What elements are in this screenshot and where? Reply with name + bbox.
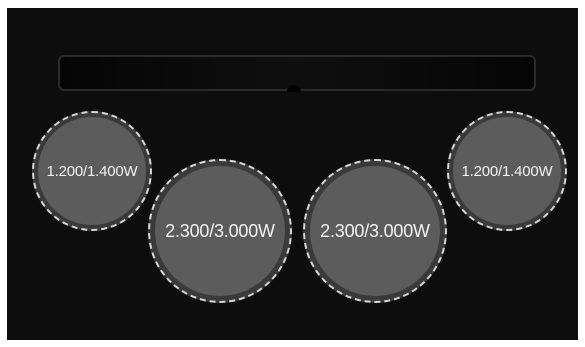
cooking-zone-front-left[interactable]: 2.300/3.000W xyxy=(148,159,292,303)
cooking-zone-rear-right[interactable]: 1.200/1.400W xyxy=(447,111,567,231)
zone-core: 1.200/1.400W xyxy=(38,117,146,225)
zone-power-label: 2.300/3.000W xyxy=(320,220,430,241)
zone-power-label: 2.300/3.000W xyxy=(165,220,275,241)
zone-power-label: 1.200/1.400W xyxy=(461,162,553,180)
cooking-zone-rear-left[interactable]: 1.200/1.400W xyxy=(32,111,152,231)
zone-core: 2.300/3.000W xyxy=(155,166,285,296)
zone-core: 1.200/1.400W xyxy=(453,117,561,225)
control-panel-sensor xyxy=(287,85,301,92)
cooking-zone-front-right[interactable]: 2.300/3.000W xyxy=(303,159,447,303)
zone-core: 2.300/3.000W xyxy=(310,166,440,296)
zone-power-label: 1.200/1.400W xyxy=(46,162,138,180)
